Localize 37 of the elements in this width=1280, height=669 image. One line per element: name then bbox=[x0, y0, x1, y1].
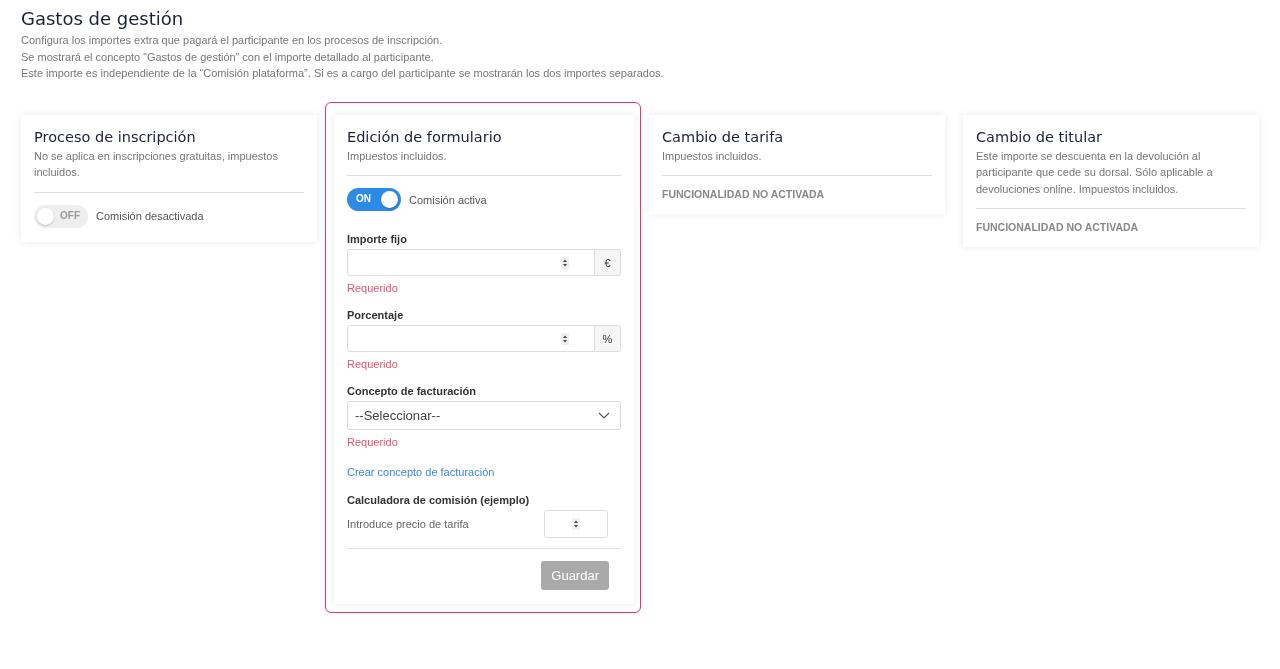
unit-addon: % bbox=[595, 325, 621, 352]
chevron-down-icon bbox=[598, 412, 610, 419]
card-title: Cambio de tarifa bbox=[662, 128, 785, 145]
error-text: Requerido bbox=[347, 282, 399, 294]
price-input[interactable] bbox=[544, 510, 608, 538]
card-description: Impuestos incluidos. bbox=[662, 148, 763, 164]
toggle-switch[interactable]: ON bbox=[347, 188, 401, 211]
spinner-icon[interactable] bbox=[572, 518, 580, 530]
number-input[interactable] bbox=[347, 249, 595, 276]
page-title: Gastos de gestión bbox=[21, 8, 185, 29]
field-label: Importe fijo bbox=[347, 233, 408, 245]
card-description: No se aplica en inscripciones gratuitas, impuestos incluidos. bbox=[34, 148, 279, 180]
create-concept-link[interactable]: Crear concepto de facturación bbox=[347, 466, 621, 478]
field-label: Concepto de facturación bbox=[347, 385, 477, 397]
toggle-label: Comisión activa bbox=[409, 193, 487, 206]
unit-addon: € bbox=[595, 249, 621, 276]
toggle-label: Comisión desactivada bbox=[96, 210, 204, 222]
description-text: Configura los importes extra que pagará el participante en los procesos de inscripción. bbox=[21, 33, 444, 48]
card-description: Impuestos incluidos. bbox=[347, 148, 448, 164]
card-title: Proceso de inscripción bbox=[34, 128, 197, 145]
calculator-title: Calculadora de comisión (ejemplo) bbox=[347, 494, 531, 506]
card-title: Edición de formulario bbox=[347, 128, 503, 145]
calculator-label: Introduce precio de tarifa bbox=[347, 518, 469, 530]
number-input[interactable] bbox=[347, 325, 595, 352]
card-description: Este importe se descuenta en la devolución al participante que cede su dorsal. Sólo aplicable a devoluciones online. Impuestos incluidos. bbox=[976, 148, 1214, 197]
error-text: Requerido bbox=[347, 436, 399, 448]
spinner-icon[interactable] bbox=[561, 256, 569, 269]
field-label: Porcentaje bbox=[347, 309, 405, 321]
card-title: Cambio de titular bbox=[976, 128, 1104, 145]
select-dropdown[interactable]: --Seleccionar-- bbox=[347, 401, 621, 430]
description-text: Se mostrará el concepto “Gastos de gestión” con el importe detallado al participante. bbox=[21, 49, 435, 65]
description-text: Este importe es independiente de la “Comisión plataforma”. Si es a cargo del participante se mostrarán los dos importes separados. bbox=[21, 66, 665, 81]
toggle-switch[interactable]: OFF bbox=[34, 204, 88, 228]
status-text: FUNCIONALIDAD NO ACTIVADA bbox=[662, 188, 826, 200]
spinner-icon[interactable] bbox=[561, 332, 569, 345]
error-text: Requerido bbox=[347, 358, 399, 370]
status-text: FUNCIONALIDAD NO ACTIVADA bbox=[976, 221, 1140, 233]
